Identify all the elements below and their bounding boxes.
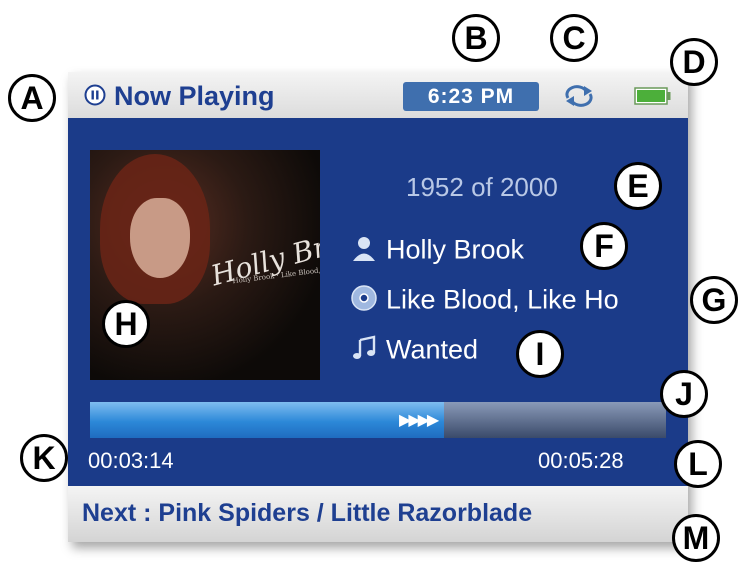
- callout-j: J: [660, 370, 708, 418]
- page-title: Now Playing: [114, 81, 275, 111]
- callout-a: A: [8, 74, 56, 122]
- callout-c: C: [550, 14, 598, 62]
- next-track-bar: Next : Pink Spiders / Little Razorblade: [68, 486, 688, 542]
- album-disc-icon: [350, 284, 378, 319]
- artist-row: Holly Brook: [350, 234, 524, 269]
- album-art-face: [130, 198, 190, 278]
- total-time: 00:05:28: [538, 448, 624, 473]
- clock: 6:23 PM: [403, 82, 539, 111]
- artist-name: Holly Brook: [386, 234, 525, 265]
- callout-m: M: [672, 514, 720, 562]
- callout-h: H: [102, 300, 150, 348]
- progress-fill: ▶▶▶▶: [90, 402, 445, 438]
- callout-e: E: [614, 162, 662, 210]
- song-row: Wanted: [350, 334, 478, 369]
- status-bar: Now Playing 6:23 PM: [68, 72, 688, 118]
- album-art-lettering: Holly Brook Holly Brook · Like Blood, Li…: [207, 216, 320, 293]
- repeat-icon[interactable]: [562, 85, 596, 112]
- elapsed-time: 00:03:14: [88, 448, 174, 473]
- progress-bar[interactable]: ▶▶▶▶: [90, 402, 666, 438]
- player-screen: Now Playing 6:23 PM Holly Brook Holly Br…: [68, 72, 688, 542]
- track-count: 1952 of 2000: [406, 172, 558, 202]
- callout-b: B: [452, 14, 500, 62]
- pause-icon[interactable]: [84, 84, 106, 111]
- callout-g: G: [690, 276, 738, 324]
- battery-icon: [634, 86, 672, 111]
- callout-f: F: [580, 222, 628, 270]
- progress-arrows-icon: ▶▶▶▶: [399, 412, 439, 429]
- music-note-icon: [350, 334, 378, 369]
- next-track-label: Next : Pink Spiders / Little Razorblade: [82, 499, 533, 527]
- album-row: Like Blood, Like Ho: [350, 284, 619, 319]
- callout-d: D: [670, 38, 718, 86]
- callout-k: K: [20, 434, 68, 482]
- song-title: Wanted: [386, 334, 479, 365]
- screen-content: Now Playing 6:23 PM Holly Brook Holly Br…: [68, 72, 688, 542]
- album-name: Like Blood, Like Ho: [386, 284, 619, 315]
- callout-l: L: [674, 440, 722, 488]
- callout-i: I: [516, 330, 564, 378]
- artist-icon: [350, 234, 378, 269]
